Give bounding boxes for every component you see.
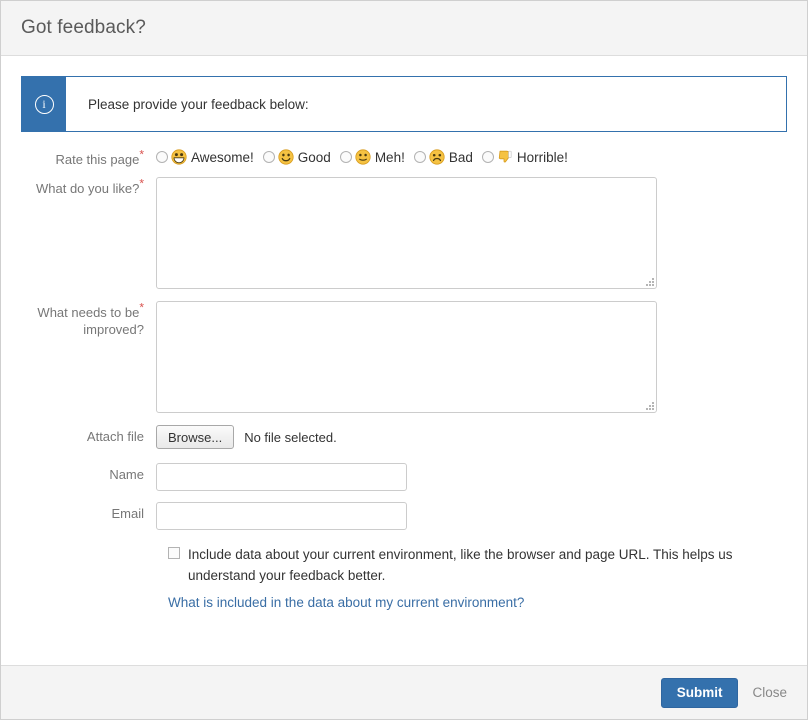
rating-option-label-meh: Meh! [374, 149, 405, 165]
like-label: What do you like?* [21, 177, 156, 197]
info-banner-message: Please provide your feedback below: [66, 77, 786, 131]
email-input[interactable] [156, 502, 407, 530]
dialog-header: Got feedback? [1, 1, 807, 56]
info-banner: i Please provide your feedback below: [21, 76, 787, 132]
radio-horrible[interactable] [481, 151, 494, 163]
radio-awesome[interactable] [156, 151, 168, 163]
rating-option-awesome[interactable]: Awesome! [156, 149, 254, 165]
dialog-footer: Submit Close [1, 665, 807, 719]
page-title: Got feedback? [21, 17, 146, 38]
rating-option-horrible[interactable]: Horrible! [481, 149, 568, 165]
email-row: Email [21, 502, 787, 530]
consent-row[interactable]: Include data about your current environm… [168, 544, 767, 586]
like-required-marker: * [139, 176, 144, 191]
rating-field: Awesome! Good Meh! Bad Horrible! [156, 148, 787, 165]
like-field [156, 177, 787, 289]
browse-button[interactable]: Browse... [156, 425, 235, 449]
resize-grip-icon[interactable] [644, 276, 654, 286]
like-row: What do you like?* [21, 177, 787, 289]
radio-meh[interactable] [339, 151, 352, 163]
grinning-face-icon [171, 149, 187, 165]
resize-grip-icon[interactable] [644, 400, 654, 410]
neutral-face-icon [355, 149, 371, 165]
improve-required-marker: * [139, 300, 144, 315]
attach-file-field: Browse... No file selected. [156, 425, 787, 449]
file-input-wrap: Browse... No file selected. [156, 425, 787, 449]
radio-bad[interactable] [413, 151, 426, 163]
rating-required-marker: * [139, 147, 144, 162]
improve-textarea[interactable] [156, 301, 657, 413]
dialog-body: i Please provide your feedback below: Ra… [1, 56, 807, 665]
consent-block: Include data about your current environm… [168, 544, 767, 610]
attach-file-row: Attach file Browse... No file selected. [21, 425, 787, 449]
rating-option-label-awesome: Awesome! [191, 149, 254, 165]
name-label: Name [109, 467, 144, 482]
rating-options: Awesome! Good Meh! Bad Horrible! [156, 148, 787, 165]
name-row: Name [21, 463, 787, 491]
name-field [156, 463, 787, 491]
consent-text: Include data about your current environm… [188, 547, 733, 583]
consent-checkbox[interactable] [168, 547, 180, 559]
like-label-text: What do you like? [35, 181, 140, 196]
file-status-text: No file selected. [244, 429, 337, 445]
improve-label: What needs to be* improved? [21, 301, 156, 338]
close-button[interactable]: Close [752, 685, 787, 700]
improve-row: What needs to be* improved? [21, 301, 787, 413]
info-circle-icon: i [34, 94, 54, 114]
environment-data-link[interactable]: What is included in the data about my cu… [168, 595, 767, 610]
name-input[interactable] [156, 463, 407, 491]
improve-label-line1: What needs to be [37, 305, 140, 320]
email-label: Email [111, 506, 144, 521]
rating-option-label-good: Good [297, 149, 331, 165]
rating-option-label-horrible: Horrible! [516, 149, 568, 165]
rating-row: Rate this page* Awesome! Good Meh! Bad H… [21, 148, 787, 168]
rating-option-good[interactable]: Good [262, 149, 331, 165]
rating-option-label-bad: Bad [448, 149, 473, 165]
frowning-face-icon [429, 149, 445, 165]
thumbs-down-icon [498, 150, 512, 163]
improve-label-line2: improved? [83, 322, 144, 337]
attach-file-label: Attach file [86, 429, 144, 444]
info-banner-icon-cell: i [22, 77, 66, 131]
submit-button[interactable]: Submit [660, 677, 739, 708]
rating-label-text: Rate this page [55, 152, 140, 167]
email-field [156, 502, 787, 530]
smiling-face-icon [278, 149, 294, 165]
feedback-dialog: Got feedback? i Please provide your feed… [0, 0, 808, 720]
rating-option-meh[interactable]: Meh! [339, 149, 405, 165]
rating-label: Rate this page* [21, 148, 156, 168]
radio-good[interactable] [262, 151, 275, 163]
like-textarea[interactable] [156, 177, 657, 289]
improve-field [156, 301, 787, 413]
rating-option-bad[interactable]: Bad [413, 149, 473, 165]
